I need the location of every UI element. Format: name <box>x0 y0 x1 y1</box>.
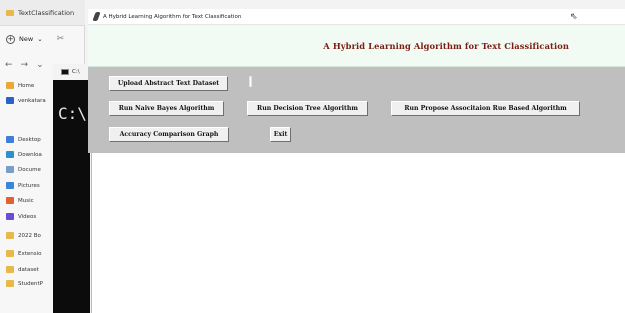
exit-button[interactable]: Exit <box>270 127 291 142</box>
new-button[interactable]: + New ⌄ ✂ <box>6 34 64 44</box>
folder-icon <box>6 250 14 257</box>
chevron-down-icon: ⌄ <box>37 35 43 43</box>
app-titlebar[interactable]: A Hybrid Learning Algorithm for Text Cla… <box>88 9 625 25</box>
console-tab-label: C:\ <box>72 69 80 75</box>
sidebar-item[interactable]: Pictures <box>6 182 40 189</box>
naive-bayes-button[interactable]: Run Naive Bayes Algorithm <box>109 101 224 116</box>
tk-feather-icon <box>92 12 101 21</box>
app-window-title: A Hybrid Learning Algorithm for Text Cla… <box>103 13 242 20</box>
accuracy-graph-button[interactable]: Accuracy Comparison Graph <box>109 127 229 142</box>
download-icon <box>6 151 14 158</box>
sidebar-item-label: Downloa <box>18 151 42 158</box>
explorer-tab-title: TextClassification <box>18 8 75 17</box>
sidebar-item-label: Docume <box>18 166 41 173</box>
sidebar-item-label: StudentP <box>18 280 43 287</box>
sidebar-item-label: Pictures <box>18 182 40 189</box>
console-window <box>53 64 90 313</box>
sidebar-item-label: Videos <box>18 213 37 220</box>
new-label: New <box>19 35 34 43</box>
console-tab[interactable]: C:\ <box>53 64 90 80</box>
folder-icon <box>6 232 14 239</box>
recent-icon[interactable]: ⌄ <box>36 60 44 70</box>
desktop-icon <box>6 136 14 143</box>
sidebar-item[interactable]: Desktop <box>6 136 41 143</box>
console-prompt: C:\ <box>58 104 87 123</box>
sidebar-item[interactable]: Home <box>6 82 34 89</box>
terminal-icon <box>61 69 69 75</box>
forward-icon[interactable]: → <box>21 60 29 70</box>
sidebar-item-label: venkatara <box>18 97 46 104</box>
mouse-cursor-icon: ⇖ <box>570 12 578 22</box>
sidebar-item[interactable]: Music <box>6 197 34 204</box>
sidebar-item-label: Home <box>18 82 35 89</box>
sidebar-item[interactable]: Videos <box>6 213 36 220</box>
sidebar-item[interactable]: Extensio <box>6 250 42 257</box>
dataset-path-field[interactable] <box>249 76 252 87</box>
documents-icon <box>6 166 14 173</box>
sidebar-item[interactable]: StudentP <box>6 280 43 287</box>
sidebar-item-label: 2022 Bo <box>18 232 41 239</box>
propose-algorithm-button[interactable]: Run Propose Associtaion Rue Based Algori… <box>391 101 580 116</box>
app-header: A Hybrid Learning Algorithm for Text Cla… <box>88 25 625 67</box>
sidebar-item[interactable]: venkatara <box>6 97 46 104</box>
folder-icon <box>6 280 14 287</box>
plus-icon: + <box>6 34 15 44</box>
back-icon[interactable]: ← <box>5 60 13 70</box>
sidebar-item[interactable]: Downloa <box>6 151 42 158</box>
sidebar-item[interactable]: 2022 Bo <box>6 232 41 239</box>
sidebar-item[interactable]: dataset <box>6 266 39 273</box>
output-text-area[interactable] <box>91 153 625 313</box>
pictures-icon <box>6 182 14 189</box>
sidebar-item-label: Desktop <box>18 136 41 143</box>
decision-tree-button[interactable]: Run Decision Tree Algorithm <box>247 101 368 116</box>
sidebar-item-label: Music <box>18 197 34 204</box>
cloud-icon <box>6 97 14 104</box>
explorer-tab[interactable]: TextClassification <box>0 0 85 26</box>
page-title: A Hybrid Learning Algorithm for Text Cla… <box>323 41 569 51</box>
cut-icon[interactable]: ✂ <box>57 34 65 44</box>
videos-icon <box>6 213 14 220</box>
explorer-nav: ← → ⌄ <box>5 60 44 70</box>
sidebar-item-label: Extensio <box>18 250 42 257</box>
sidebar-item-label: dataset <box>18 266 39 273</box>
sidebar-item[interactable]: Docume <box>6 166 41 173</box>
folder-icon <box>6 9 14 16</box>
music-icon <box>6 197 14 204</box>
upload-dataset-button[interactable]: Upload Abstract Text Dataset <box>109 76 228 91</box>
folder-icon <box>6 266 14 273</box>
home-icon <box>6 82 14 89</box>
